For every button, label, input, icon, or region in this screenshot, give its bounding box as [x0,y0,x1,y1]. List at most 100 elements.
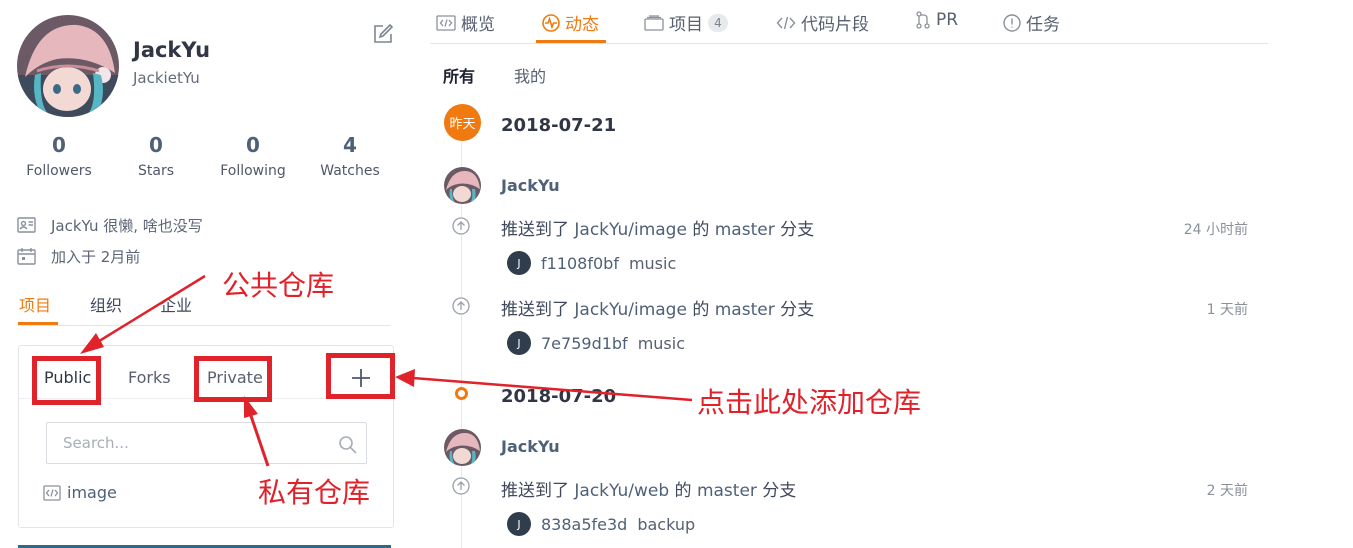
bio-text: JackYu 很懒, 啥也没写 [51,216,203,235]
repo-tab-forks[interactable]: Forks [128,368,171,387]
alert-circle-icon [1003,13,1021,32]
repo-item-image[interactable]: image [43,483,117,502]
tab-label: 代码片段 [801,15,869,35]
main-tabs: 概览 动态 项目 4 代码片段 PR 任务 [430,0,1268,44]
stack-icon [644,14,664,31]
event-avatar[interactable] [444,429,481,466]
event-text: 推送到了 JackYu/image 的 master 分支 [501,295,814,320]
event-verb: 推送到了 [501,220,569,240]
search-icon[interactable] [338,435,358,455]
stat-stars[interactable]: 0 Stars [111,133,201,179]
tab-projects-main[interactable]: 项目 4 [644,10,728,35]
commit-sha-link[interactable]: f1108f0bf [541,254,619,273]
stat-watches[interactable]: 4 Watches [305,133,395,179]
tab-label: PR [936,10,959,30]
event-suffix: 分支 [780,300,815,320]
profile-login: JackietYu [133,69,200,87]
event-connector: 的 [674,481,692,501]
event-time: 24 小时前 [1183,222,1248,238]
tab-pull-requests[interactable]: PR [915,10,958,30]
stat-following[interactable]: 0 Following [208,133,298,179]
code-icon [436,14,456,31]
active-tab-indicator [18,322,58,325]
highlight-private [194,356,272,402]
code-repo-icon [43,484,61,501]
highlight-add-button [326,353,395,399]
calendar-icon [17,248,36,265]
event-repo-link[interactable]: JackYu/image [574,220,687,240]
event-repo-link[interactable]: JackYu/web [574,481,669,501]
profile-tabs: 项目 组织 企业 [18,292,391,326]
stat-value: 0 [52,133,66,157]
repo-search [46,422,367,464]
yesterday-marker: 昨天 [444,104,481,141]
push-arrow-icon [452,477,470,495]
tab-snippets[interactable]: 代码片段 [776,10,869,35]
event-connector: 的 [692,300,710,320]
profile-name: JackYu [133,38,211,62]
filter-all[interactable]: 所有 [443,63,475,87]
push-arrow-icon [452,217,470,235]
code-brackets-icon [776,16,796,29]
event-text: 推送到了 JackYu/image 的 master 分支 [501,215,814,240]
commit-message: backup [637,514,696,534]
repo-search-input[interactable] [47,423,366,463]
commit-row: J 838a5fe3d backup [507,512,695,536]
joined-text: 加入于 2月前 [51,247,141,266]
joined-row: 加入于 2月前 [17,245,140,267]
event-avatar[interactable] [444,167,481,204]
stat-label: Stars [137,163,174,179]
event-verb: 推送到了 [501,300,569,320]
project-count-badge: 4 [708,13,728,32]
tab-label: 任务 [1026,15,1060,35]
event-connector: 的 [692,220,710,240]
edit-icon[interactable] [372,23,394,45]
commit-sha-link[interactable]: 7e759d1bf [541,334,628,353]
user-avatar[interactable] [17,15,119,117]
stat-label: Followers [26,163,92,179]
tab-label: 项目 [669,15,703,35]
commit-message: music [628,253,677,273]
event-user[interactable]: JackYu [501,176,560,195]
push-arrow-icon [452,297,470,315]
annotation-public: 公共仓库 [222,269,335,302]
commit-author-avatar: J [507,251,531,275]
event-user[interactable]: JackYu [501,437,560,456]
commit-message: music [637,333,685,353]
tab-overview[interactable]: 概览 [436,10,495,35]
stat-value: 0 [149,133,163,157]
date-marker [455,387,468,400]
event-repo-link[interactable]: JackYu/image [574,300,687,320]
bio-row: JackYu 很懒, 啥也没写 [17,214,203,236]
tab-projects[interactable]: 项目 [19,292,51,316]
annotation-add: 点击此处添加仓库 [697,386,922,419]
stat-followers[interactable]: 0 Followers [14,133,104,179]
event-suffix: 分支 [762,481,797,501]
event-branch-link[interactable]: master [715,220,775,240]
commit-row: J f1108f0bf music [507,251,676,275]
commit-row: J 7e759d1bf music [507,331,685,355]
tab-label: 概览 [461,15,495,35]
filter-mine[interactable]: 我的 [514,63,546,87]
commit-sha-link[interactable]: 838a5fe3d [541,515,627,534]
tab-activity[interactable]: 动态 [542,10,599,35]
pulse-icon [542,13,560,32]
id-card-icon [17,217,36,233]
active-tab-indicator [536,40,606,43]
date-heading: 2018-07-21 [501,115,617,136]
tab-enterprise[interactable]: 企业 [160,292,192,316]
event-time: 1 天前 [1206,302,1248,318]
repo-name: image [67,483,117,502]
event-verb: 推送到了 [501,481,569,501]
event-suffix: 分支 [780,220,815,240]
date-heading: 2018-07-20 [501,386,617,407]
tab-organizations[interactable]: 组织 [90,292,122,316]
event-branch-link[interactable]: master [715,300,775,320]
event-branch-link[interactable]: master [697,481,757,501]
stat-label: Watches [320,163,380,179]
pull-request-icon [916,11,930,29]
event-text: 推送到了 JackYu/web 的 master 分支 [501,476,796,501]
tab-issues[interactable]: 任务 [1003,10,1060,35]
commit-author-avatar: J [507,512,531,536]
event-time: 2 天前 [1206,483,1248,499]
